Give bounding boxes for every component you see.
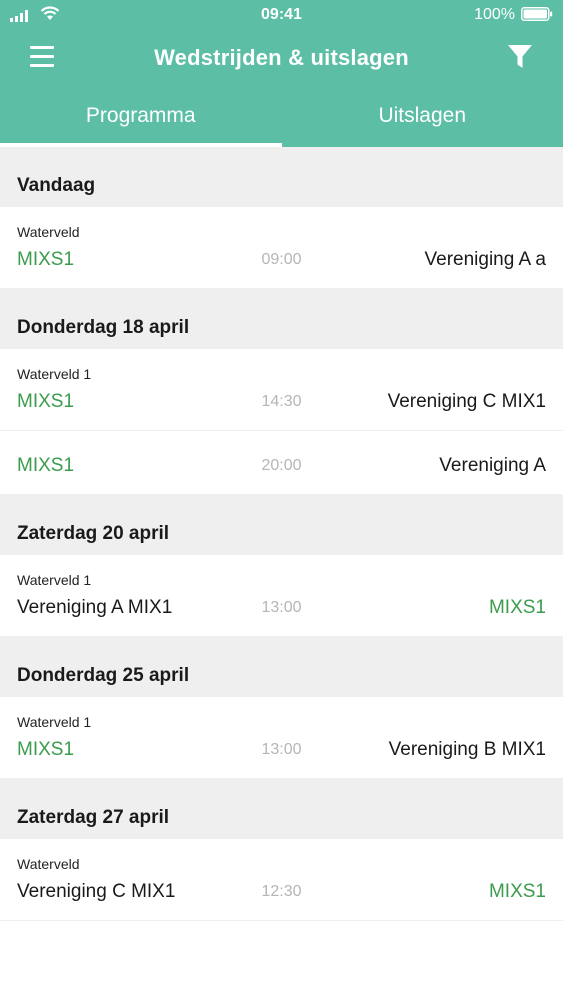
match-time: 13:00 — [261, 599, 302, 616]
day-header: Vandaag — [0, 147, 563, 207]
match-row[interactable]: Waterveld MIXS1 09:00 Vereniging A a — [0, 207, 563, 289]
match-list: Vandaag Waterveld MIXS1 09:00 Vereniging… — [0, 147, 563, 921]
day-header: Zaterdag 27 april — [0, 779, 563, 839]
day-header: Zaterdag 20 april — [0, 495, 563, 555]
battery-percentage: 100% — [474, 6, 515, 23]
match-row[interactable]: Waterveld 1 Vereniging A MIX1 13:00 MIXS… — [0, 555, 563, 637]
app-header: 09:41 100% Wedstrijden & uitslagen Progr… — [0, 0, 563, 147]
tab-uitslagen[interactable]: Uitslagen — [282, 96, 563, 147]
battery-icon — [521, 7, 553, 21]
away-team: Vereniging B MIX1 — [388, 739, 546, 760]
away-team: Vereniging A a — [424, 249, 547, 270]
page-title: Wedstrijden & uitslagen — [154, 45, 409, 70]
tab-bar: Programma Uitslagen — [0, 96, 563, 147]
match-venue: Waterveld 1 — [17, 714, 92, 730]
nav-bar: Wedstrijden & uitslagen — [0, 36, 563, 80]
match-row[interactable]: Waterveld 1 MIXS1 14:30 Vereniging C MIX… — [0, 349, 563, 431]
match-venue: Waterveld — [17, 224, 80, 240]
away-team: Vereniging A — [439, 455, 546, 476]
match-row[interactable]: Waterveld 1 MIXS1 13:00 Vereniging B MIX… — [0, 697, 563, 779]
day-header: Donderdag 18 april — [0, 289, 563, 349]
match-venue: Waterveld 1 — [17, 366, 92, 382]
filter-icon[interactable] — [507, 44, 533, 70]
match-time: 12:30 — [261, 883, 302, 900]
away-team: Vereniging C MIX1 — [387, 391, 546, 412]
away-team: MIXS1 — [488, 597, 546, 618]
match-venue: Waterveld 1 — [17, 572, 92, 588]
away-team: MIXS1 — [488, 881, 546, 902]
day-header: Donderdag 25 april — [0, 637, 563, 697]
match-row[interactable]: Waterveld Vereniging C MIX1 12:30 MIXS1 — [0, 839, 563, 921]
tab-programma[interactable]: Programma — [0, 96, 282, 147]
match-venue: Waterveld — [17, 856, 80, 872]
match-row[interactable]: MIXS1 20:00 Vereniging A — [0, 431, 563, 495]
status-bar: 09:41 100% — [0, 0, 563, 30]
